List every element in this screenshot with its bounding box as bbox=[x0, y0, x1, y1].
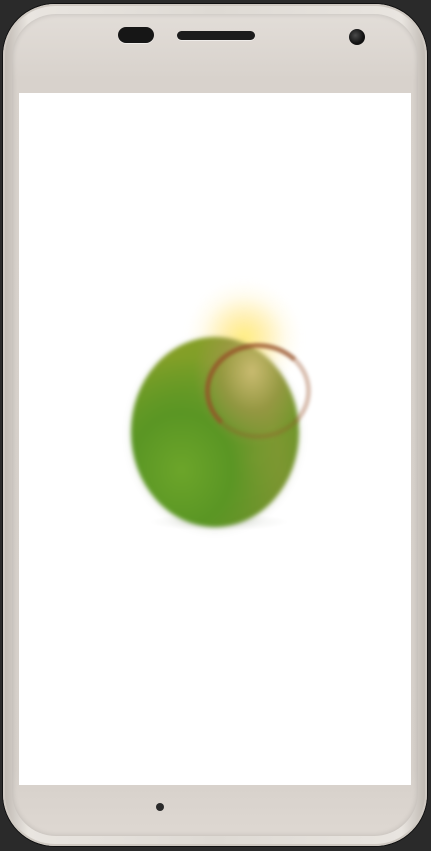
speaker-grille-icon bbox=[177, 31, 255, 40]
phone-screen[interactable] bbox=[19, 93, 411, 785]
home-dot-icon[interactable] bbox=[156, 803, 164, 811]
front-camera-icon bbox=[349, 29, 365, 45]
proximity-sensor-icon bbox=[118, 27, 154, 43]
orb-ring-highlight bbox=[205, 343, 311, 439]
